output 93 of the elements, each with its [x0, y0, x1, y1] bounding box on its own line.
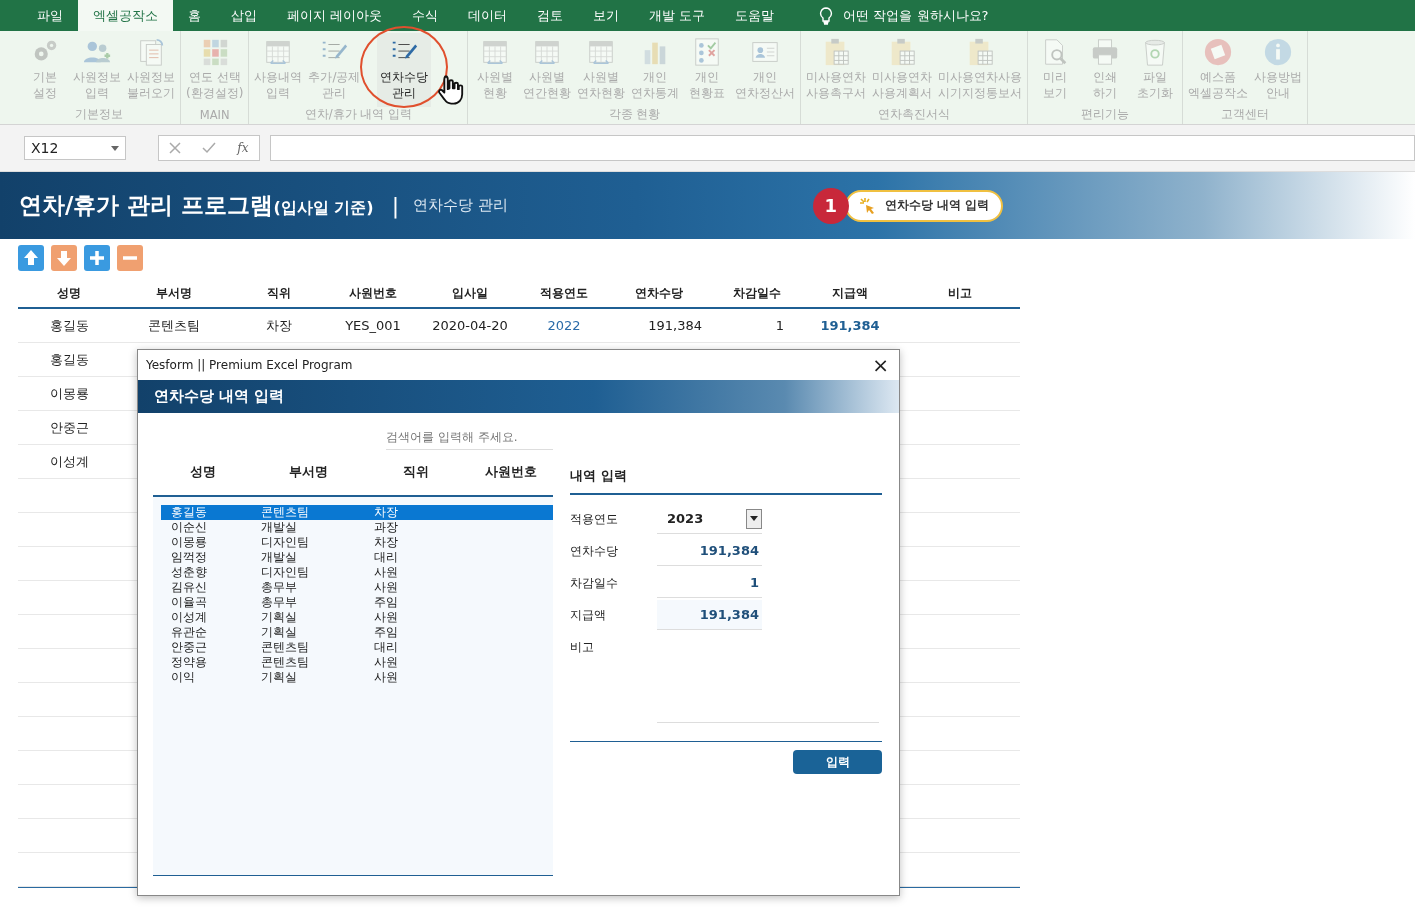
- table-cell-text: 1: [774, 318, 785, 333]
- title-note: (입사일 기준): [273, 197, 374, 219]
- list-item[interactable]: 성춘향 디자인팀 사원: [161, 565, 553, 580]
- field-label: 지급액: [570, 606, 607, 624]
- table-cell-text: 안중근: [48, 418, 90, 437]
- move-up-icon[interactable]: [18, 245, 44, 271]
- table-cell-text: 홍길동: [48, 316, 90, 335]
- column-header: 적용연도: [539, 284, 589, 302]
- info-icon: [1263, 37, 1294, 67]
- column-header: 성명: [189, 464, 217, 481]
- column-header: 직위: [401, 464, 430, 481]
- menu-tab[interactable]: 수식: [397, 0, 454, 31]
- dialog-title: Yesform || Premium Excel Program: [146, 358, 353, 372]
- table-cell-text: 이성계: [48, 452, 90, 471]
- ribbon-group-label: 연차/휴가 내역 입력: [304, 107, 412, 123]
- menu-tab[interactable]: 데이터: [453, 0, 523, 31]
- check-icon[interactable]: [202, 142, 217, 154]
- table-cell-text: 이몽룡: [48, 384, 90, 403]
- column-header: 입사일: [451, 284, 489, 302]
- column-header: 직위: [266, 284, 292, 302]
- column-header: 연차수당: [634, 284, 684, 302]
- list-item[interactable]: 이순신 개발실 과장: [161, 520, 553, 535]
- input-field[interactable]: 191,384: [657, 536, 762, 566]
- field-label: 연차수당: [570, 542, 619, 560]
- table-cell-text: 191,384: [819, 318, 881, 333]
- program-title: 연차/휴가 관리 프로그램: [19, 191, 274, 220]
- insert-function-button[interactable]: fx: [237, 141, 249, 155]
- table-cell-text: 차장: [265, 316, 293, 335]
- close-button[interactable]: ×: [862, 353, 899, 377]
- caret-icon: [750, 516, 758, 521]
- table-cell-text: 191,384: [647, 318, 703, 333]
- column-header: 성명: [56, 284, 82, 302]
- formula-field[interactable]: [270, 135, 1415, 161]
- name-box[interactable]: X12: [24, 136, 126, 160]
- field-label: 차감일수: [570, 574, 619, 592]
- ribbon-group-label: 각종 현황: [608, 107, 661, 123]
- menu-tab[interactable]: 페이지 레이아웃: [272, 0, 398, 31]
- stamp-icon: [1203, 37, 1234, 67]
- list-item[interactable]: 안중근 콘텐츠팀 대리: [161, 640, 553, 655]
- menu-tab[interactable]: 삽입: [216, 0, 272, 31]
- dropdown-button[interactable]: [746, 508, 762, 529]
- ribbon-button[interactable]: 연차수당 관리: [377, 33, 432, 107]
- table-cell-text: 2022: [546, 318, 582, 333]
- menu-tab[interactable]: 도움말: [720, 0, 790, 31]
- total-field[interactable]: 191,384: [657, 600, 762, 630]
- table-cell-text: 2020-04-20: [431, 318, 509, 333]
- menu-tab[interactable]: 보기: [578, 0, 635, 31]
- ribbon-group-label: 기본정보: [75, 107, 123, 123]
- search-field[interactable]: 검색어를 입력해 주세요.: [386, 427, 553, 450]
- year-dropdown[interactable]: 2023: [657, 504, 762, 534]
- table-cell-text: YES_001: [344, 318, 402, 333]
- menu-tab[interactable]: 개발 도구: [634, 0, 721, 31]
- list-item[interactable]: 김유신 총무부 사원: [161, 580, 553, 595]
- menu-tab[interactable]: 홈: [173, 0, 216, 31]
- step-badge: 1: [812, 187, 849, 224]
- list-item[interactable]: 정약용 콘텐츠팀 사원: [161, 655, 553, 670]
- list-item[interactable]: 이익 기획실 사원: [161, 670, 553, 685]
- lightbulb-icon: [819, 6, 834, 25]
- column-header: 차감일수: [732, 284, 782, 302]
- add-icon[interactable]: [84, 245, 110, 271]
- column-header: 사원번호: [483, 464, 538, 481]
- submit-button[interactable]: 입력: [793, 750, 882, 774]
- ribbon-group-label: 연차촉진서식: [878, 107, 951, 123]
- field-label: 적용연도: [570, 510, 619, 528]
- menu-tab[interactable]: 엑셀공작소: [78, 0, 173, 31]
- input-field[interactable]: 1: [657, 568, 762, 598]
- ribbon-group-label: 편리기능: [1081, 107, 1130, 123]
- list-item[interactable]: 이성계 기획실 사원: [161, 610, 553, 625]
- tell-me-search[interactable]: 어떤 작업을 원하시나요?: [843, 6, 989, 25]
- column-header: 비고: [947, 284, 973, 302]
- column-header: 지급액: [831, 284, 869, 302]
- list-item[interactable]: 이몽룡 디자인팀 차장: [161, 535, 553, 550]
- column-header: 부서명: [155, 284, 193, 302]
- menu-tab[interactable]: 파일: [22, 0, 78, 31]
- list-item[interactable]: 이율곡 총무부 주임: [161, 595, 553, 610]
- table-cell-text: 홍길동: [48, 350, 90, 369]
- page-subtitle: 연차수당 관리: [413, 196, 508, 215]
- move-down-icon[interactable]: [51, 245, 77, 271]
- menu-tab[interactable]: 검토: [522, 0, 579, 31]
- table-cell-text: 콘텐츠팀: [147, 316, 201, 335]
- list-item[interactable]: 홍길동 콘텐츠팀 차장: [161, 505, 553, 520]
- cancel-icon[interactable]: [169, 142, 182, 154]
- list-item[interactable]: 임꺽정 개발실 대리: [161, 550, 553, 565]
- column-header: 사원번호: [348, 284, 398, 302]
- list-item[interactable]: 유관순 기획실 주임: [161, 625, 553, 640]
- field-label: 비고: [570, 639, 595, 656]
- form-title: 내역 입력: [570, 433, 882, 495]
- ribbon-group-label: 고객센터: [1221, 107, 1270, 123]
- ribbon-group-label: MAIN: [199, 108, 230, 124]
- dialog-heading: 연차수당 내역 입력: [154, 387, 285, 406]
- title-separator: |: [391, 193, 400, 218]
- remove-icon[interactable]: [117, 245, 143, 271]
- column-header: 부서명: [287, 464, 329, 481]
